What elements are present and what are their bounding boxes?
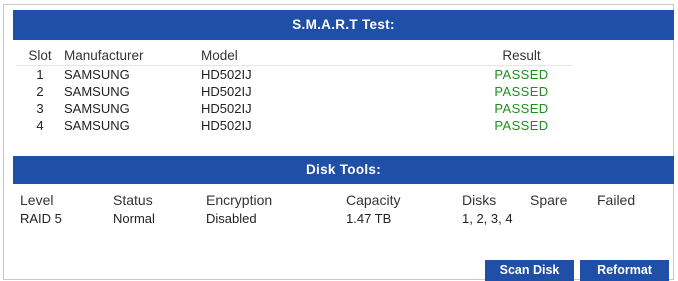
manufacturer-cell: SAMSUNG: [64, 84, 130, 99]
column-header-spare: Spare: [530, 192, 568, 208]
slot-cell: 4: [36, 118, 44, 133]
failed-cell: [597, 210, 660, 227]
manufacturer-cell: SAMSUNG: [64, 118, 130, 133]
column-header-model: Model: [201, 48, 238, 63]
result-cell: PASSED: [494, 67, 549, 82]
slot-cell: 2: [36, 84, 44, 99]
disk-tools-header: Disk Tools:: [13, 156, 674, 184]
column-header-capacity: Capacity: [346, 192, 401, 208]
spare-cell: [530, 210, 597, 227]
column-header-encryption: Encryption: [206, 192, 273, 208]
column-header-result: Result: [502, 48, 541, 63]
column-header-level: Level: [20, 192, 54, 208]
table-row: RAID 5 Normal Disabled 1.47 TB 1, 2, 3, …: [20, 210, 660, 227]
smart-table-header-row: Slot Manufacturer Model Result: [16, 46, 572, 66]
disk-table-header-row: Level Status Encryption Capacity Disks S…: [20, 191, 660, 210]
table-row: 4 SAMSUNG HD502IJ PASSED: [16, 117, 572, 134]
status-cell: Normal: [113, 211, 155, 226]
column-header-slot: Slot: [28, 48, 52, 63]
model-cell: HD502IJ: [201, 84, 252, 99]
model-cell: HD502IJ: [201, 101, 252, 116]
slot-cell: 3: [36, 101, 44, 116]
capacity-cell: 1.47 TB: [346, 211, 392, 226]
table-row: 1 SAMSUNG HD502IJ PASSED: [16, 66, 572, 84]
result-cell: PASSED: [494, 118, 549, 133]
model-cell: HD502IJ: [201, 118, 252, 133]
table-row: 3 SAMSUNG HD502IJ PASSED: [16, 100, 572, 117]
column-header-manufacturer: Manufacturer: [64, 48, 144, 63]
result-cell: PASSED: [494, 84, 549, 99]
table-row: 2 SAMSUNG HD502IJ PASSED: [16, 83, 572, 100]
model-cell: HD502IJ: [201, 67, 252, 82]
result-cell: PASSED: [494, 101, 549, 116]
disks-cell: 1, 2, 3, 4: [462, 211, 513, 226]
column-header-failed: Failed: [597, 192, 636, 208]
manufacturer-cell: SAMSUNG: [64, 101, 130, 116]
manufacturer-cell: SAMSUNG: [64, 67, 130, 82]
level-cell: RAID 5: [20, 211, 62, 226]
column-header-status: Status: [113, 192, 153, 208]
slot-cell: 1: [36, 67, 44, 82]
smart-test-table: Slot Manufacturer Model Result 1 SAMSUNG…: [16, 46, 572, 134]
scan-disk-button[interactable]: Scan Disk: [485, 260, 574, 281]
reformat-button[interactable]: Reformat: [580, 260, 669, 281]
smart-test-header: S.M.A.R.T Test:: [13, 10, 674, 40]
column-header-disks: Disks: [462, 192, 497, 208]
disk-tools-table: Level Status Encryption Capacity Disks S…: [20, 191, 660, 227]
encryption-cell: Disabled: [206, 211, 257, 226]
